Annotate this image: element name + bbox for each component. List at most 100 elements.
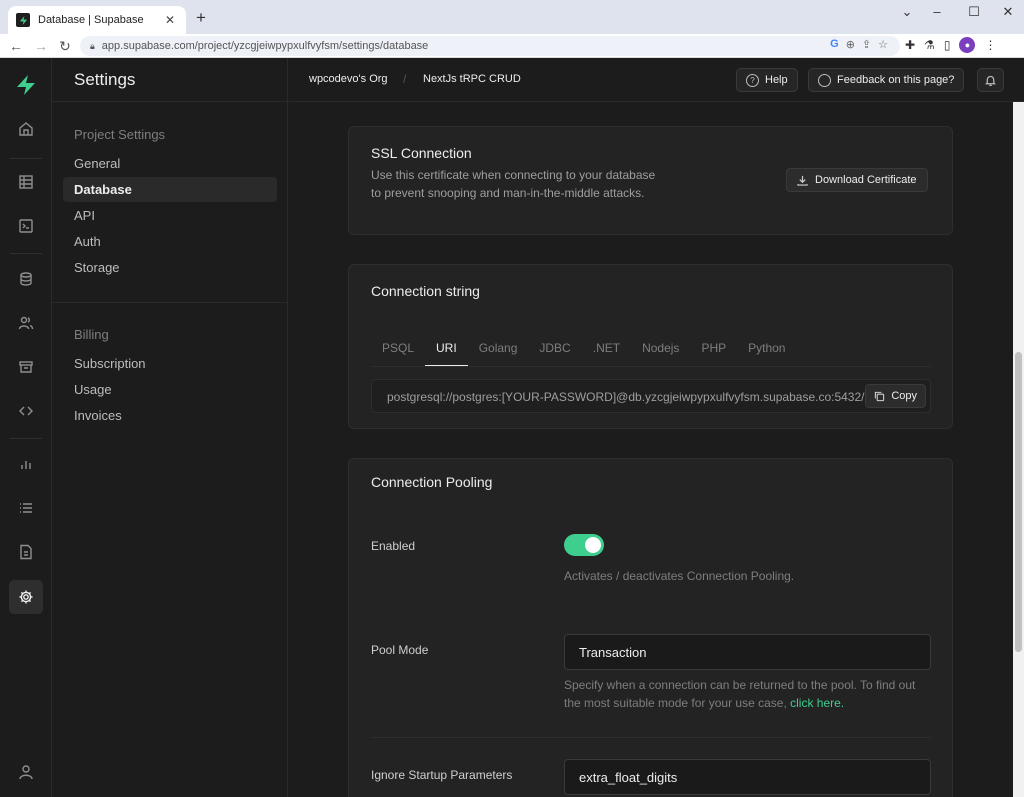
settings-gear-icon[interactable] (9, 580, 43, 614)
icon-rail (0, 58, 52, 797)
breadcrumb-org[interactable]: wpcodevo's Org (309, 73, 388, 85)
help-icon: ? (746, 73, 759, 87)
connection-string-tabs: PSQL URI Golang JDBC .NET Nodejs PHP Pyt… (371, 339, 796, 367)
sidebar-item-invoices[interactable]: Invoices (63, 403, 277, 428)
google-icon[interactable]: G (830, 38, 839, 51)
extensions-puzzle-icon[interactable]: ✚ (905, 38, 915, 52)
ignore-startup-input[interactable]: extra_float_digits (564, 759, 931, 795)
project-settings-label: Project Settings (74, 127, 166, 142)
feedback-button[interactable]: Feedback on this page? (808, 68, 965, 92)
account-user-icon[interactable] (9, 755, 43, 789)
sidebar-item-usage[interactable]: Usage (63, 377, 277, 402)
edge-functions-code-icon[interactable] (9, 394, 43, 428)
flask-icon[interactable]: ⚗ (924, 38, 935, 52)
copy-label: Copy (891, 390, 917, 402)
click-here-link[interactable]: click here. (790, 696, 844, 710)
sidebar-title: Settings (52, 58, 287, 102)
window-close-icon[interactable]: ✕ (998, 4, 1018, 20)
sidebar-item-subscription[interactable]: Subscription (63, 351, 277, 376)
ssl-connection-card: SSL Connection Use this certificate when… (348, 126, 953, 235)
download-certificate-label: Download Certificate (815, 174, 917, 186)
tab-php[interactable]: PHP (690, 339, 737, 367)
settings-sidebar: Settings Project Settings General Databa… (52, 58, 288, 797)
breadcrumb-project[interactable]: NextJs tRPC CRUD (423, 73, 521, 85)
reports-chart-icon[interactable] (9, 447, 43, 481)
page-scrollbar[interactable] (1013, 102, 1024, 797)
logs-list-icon[interactable] (9, 491, 43, 525)
profile-avatar-icon[interactable]: ● (959, 37, 976, 53)
database-icon[interactable] (9, 262, 43, 296)
supabase-logo-icon[interactable] (13, 72, 39, 98)
copy-button[interactable]: Copy (865, 384, 926, 408)
browser-tab[interactable]: Database | Supabase ✕ (8, 6, 186, 34)
pool-mode-select[interactable]: Transaction (564, 634, 931, 670)
enabled-help: Activates / deactivates Connection Pooli… (564, 569, 795, 583)
share-icon[interactable]: ⇪ (862, 38, 871, 51)
pool-mode-help: Specify when a connection can be returne… (564, 676, 934, 712)
tab-jdbc[interactable]: JDBC (528, 339, 581, 367)
users-icon[interactable] (9, 306, 43, 340)
ignore-startup-label: Ignore Startup Parameters (371, 768, 513, 782)
connection-pooling-title: Connection Pooling (371, 474, 493, 490)
pool-mode-value: Transaction (579, 644, 647, 660)
tab-dotnet[interactable]: .NET (582, 339, 631, 367)
browser-tab-title: Database | Supabase (38, 14, 144, 26)
minimize-icon[interactable]: – (927, 4, 947, 19)
forward-icon[interactable]: → (32, 37, 50, 55)
table-editor-icon[interactable] (9, 165, 43, 199)
side-panel-icon[interactable]: ▯ (944, 38, 951, 52)
sidebar-item-database[interactable]: Database (63, 177, 277, 202)
address-bar[interactable]: 🔒︎ app.supabase.com/project/yzcgjeiwpypx… (80, 36, 900, 56)
close-tab-icon[interactable]: ✕ (162, 13, 178, 27)
storage-archive-icon[interactable] (9, 350, 43, 384)
tab-python[interactable]: Python (737, 339, 796, 367)
reload-icon[interactable]: ↻ (56, 37, 74, 55)
billing-label: Billing (74, 327, 109, 342)
lock-icon: 🔒︎ (90, 40, 95, 51)
toggle-knob (585, 537, 601, 553)
pool-mode-label: Pool Mode (371, 643, 429, 657)
sql-editor-icon[interactable] (9, 209, 43, 243)
sidebar-item-general[interactable]: General (63, 151, 277, 176)
maximize-icon[interactable]: ☐ (964, 4, 984, 20)
connection-string-title: Connection string (371, 283, 480, 299)
comment-icon (818, 73, 831, 87)
connection-pooling-card: Connection Pooling Enabled Activates / d… (348, 458, 953, 797)
api-docs-icon[interactable] (9, 535, 43, 569)
home-icon[interactable] (9, 112, 43, 146)
bookmark-star-icon[interactable]: ☆ (878, 38, 888, 51)
connection-string-card: Connection string PSQL URI Golang JDBC .… (348, 264, 953, 429)
ssl-title: SSL Connection (371, 145, 472, 161)
scrollbar-thumb[interactable] (1015, 352, 1022, 652)
bell-icon (984, 75, 997, 86)
tab-nodejs[interactable]: Nodejs (631, 339, 690, 367)
zoom-icon[interactable]: ⊕ (846, 38, 855, 51)
enabled-label: Enabled (371, 539, 416, 553)
address-url: app.supabase.com/project/yzcgjeiwpypxulf… (101, 40, 429, 52)
browser-menu-icon[interactable]: ⋮ (984, 38, 996, 52)
new-tab-icon[interactable]: + (193, 9, 209, 27)
tab-uri[interactable]: URI (425, 339, 468, 367)
tab-search-icon[interactable]: ⌄ (897, 4, 917, 20)
tabs-underline (371, 366, 931, 367)
breadcrumb-separator: / (403, 72, 407, 86)
sidebar-item-storage[interactable]: Storage (63, 255, 277, 280)
tab-psql[interactable]: PSQL (371, 339, 425, 367)
sidebar-item-auth[interactable]: Auth (63, 229, 277, 254)
download-certificate-button[interactable]: Download Certificate (786, 168, 928, 192)
tab-golang[interactable]: Golang (468, 339, 529, 367)
rail-divider (10, 253, 42, 254)
download-icon (797, 175, 808, 186)
pooling-enabled-toggle[interactable] (564, 534, 604, 556)
back-icon[interactable]: ← (7, 37, 25, 55)
pool-mode-help-text: Specify when a connection can be returne… (564, 678, 916, 710)
connection-string-field[interactable]: postgresql://postgres:[YOUR-PASSWORD]@db… (371, 379, 931, 413)
copy-icon (875, 391, 885, 401)
browser-titlebar: Database | Supabase ✕ + ⌄ – ☐ ✕ (0, 0, 1024, 34)
help-button[interactable]: ? Help (736, 68, 798, 92)
ignore-startup-value: extra_float_digits (579, 769, 678, 785)
main-content: SSL Connection Use this certificate when… (289, 103, 1013, 797)
sidebar-item-api[interactable]: API (63, 203, 277, 228)
supabase-app: Settings Project Settings General Databa… (0, 58, 1024, 797)
notifications-button[interactable] (977, 68, 1004, 92)
